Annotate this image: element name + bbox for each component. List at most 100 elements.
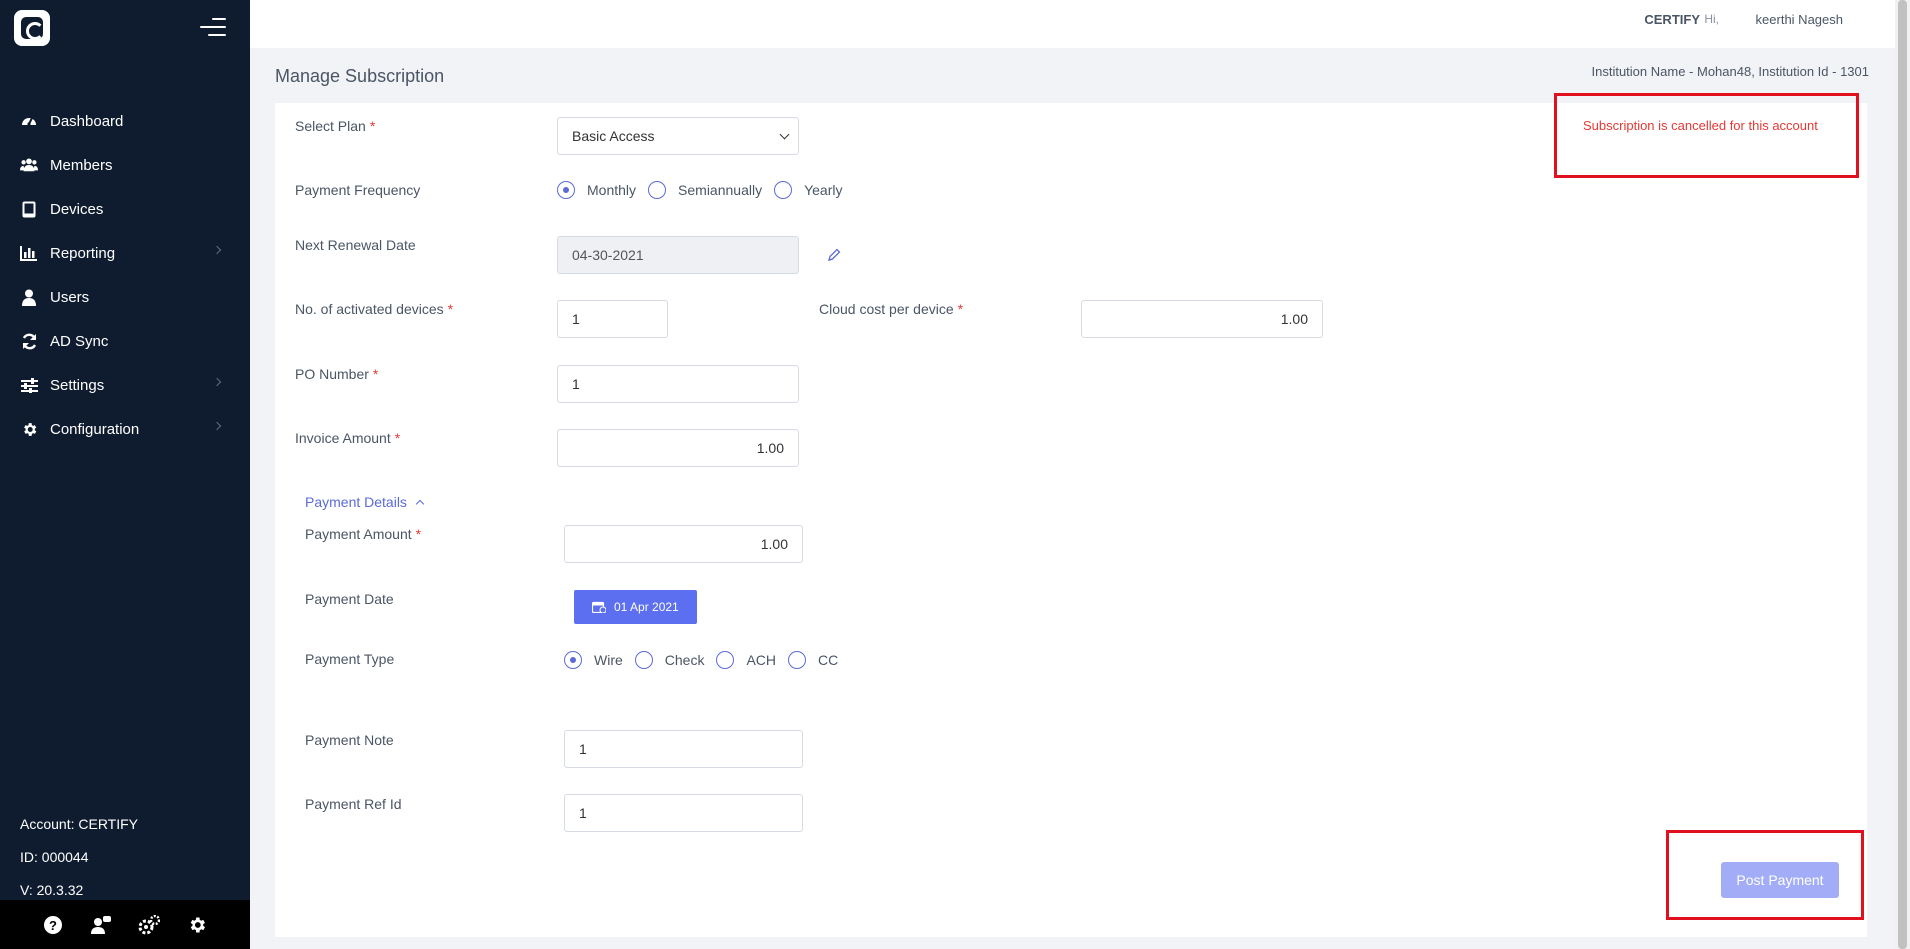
institution-info: Institution Name - Mohan48, Institution … [1591, 64, 1870, 79]
subscription-cancelled-alert: Subscription is cancelled for this accou… [1583, 118, 1818, 133]
user-chat-icon[interactable] [90, 914, 112, 936]
select-plan-dropdown[interactable]: Basic Access [557, 117, 799, 155]
help-icon[interactable]: ? [42, 914, 64, 936]
svg-text:?: ? [49, 918, 57, 933]
payment-date-value: 01 Apr 2021 [614, 600, 679, 614]
scrollbar-thumb[interactable] [1898, 0, 1907, 949]
menu-toggle-icon[interactable] [200, 16, 226, 38]
sidebar-item-settings[interactable]: Settings [0, 363, 250, 407]
next-renewal-date-value: 04-30-2021 [572, 247, 644, 263]
po-number-label-text: PO Number [295, 366, 369, 382]
payment-type-group: Wire Check ACH CC [564, 651, 850, 669]
po-number-value: 1 [572, 376, 580, 392]
select-plan-value: Basic Access [572, 128, 655, 144]
radio-wire-label: Wire [594, 652, 623, 668]
payment-frequency-label: Payment Frequency [295, 182, 421, 198]
sidebar-item-label: Devices [50, 200, 104, 218]
pencil-icon[interactable] [826, 247, 844, 265]
cloud-cost-value: 1.00 [1280, 311, 1308, 327]
user-icon [20, 288, 38, 306]
chevron-right-icon [212, 245, 222, 255]
subscription-form-card [275, 103, 1867, 937]
cloud-cost-label: Cloud cost per device * [819, 301, 963, 317]
bar-chart-icon [20, 244, 38, 262]
radio-ach-label: ACH [746, 652, 777, 668]
required-marker: * [372, 366, 379, 382]
radio-check-label: Check [664, 652, 705, 668]
payment-ref-id-label: Payment Ref Id [305, 796, 402, 812]
next-renewal-date-label: Next Renewal Date [295, 237, 416, 253]
po-number-input[interactable]: 1 [557, 365, 799, 403]
payment-details-toggle-label: Payment Details [305, 494, 407, 510]
invoice-amount-label: Invoice Amount * [295, 430, 400, 446]
greeting: Hi, [1704, 12, 1719, 26]
payment-details-toggle[interactable]: Payment Details [305, 494, 425, 510]
sidebar-item-label: Users [50, 288, 90, 306]
sidebar-nav: Dashboard Members Devices Reporting User… [0, 99, 250, 451]
select-plan-label: Select Plan * [295, 118, 375, 134]
activated-devices-label-text: No. of activated devices [295, 301, 444, 317]
radio-yearly[interactable] [774, 181, 793, 199]
payment-date-picker-button[interactable]: 01 Apr 2021 [574, 590, 697, 624]
post-payment-button[interactable]: Post Payment [1721, 862, 1839, 898]
payment-date-label: Payment Date [305, 591, 394, 607]
gears-icon[interactable] [138, 914, 160, 936]
gear-icon[interactable] [186, 914, 208, 936]
members-icon [20, 156, 38, 174]
chevron-right-icon [212, 377, 222, 387]
sidebar-item-ad-sync[interactable]: AD Sync [0, 319, 250, 363]
activated-devices-label: No. of activated devices * [295, 301, 453, 317]
radio-cc[interactable] [788, 651, 807, 669]
account-info: Account: CERTIFY ID: 000044 V: 20.3.32 [20, 808, 138, 907]
payment-amount-input[interactable]: 1.00 [564, 525, 803, 563]
radio-semiannually[interactable] [648, 181, 667, 199]
sidebar-item-members[interactable]: Members [0, 143, 250, 187]
chevron-down-icon [779, 129, 790, 140]
activated-devices-value: 1 [572, 311, 580, 327]
sidebar-item-reporting[interactable]: Reporting [0, 231, 250, 275]
certify-logo[interactable] [14, 10, 50, 46]
payment-note-value: 1 [579, 741, 587, 757]
radio-cc-label: CC [818, 652, 839, 668]
sidebar-item-label: Settings [50, 376, 105, 394]
account-name: Account: CERTIFY [20, 816, 139, 832]
invoice-amount-value: 1.00 [756, 440, 784, 456]
radio-ach[interactable] [716, 651, 735, 669]
payment-ref-id-input[interactable]: 1 [564, 794, 803, 832]
payment-amount-value: 1.00 [760, 536, 788, 552]
required-marker: * [415, 526, 422, 542]
payment-type-label: Payment Type [305, 651, 395, 667]
po-number-label: PO Number * [295, 366, 378, 382]
tablet-icon [20, 200, 38, 218]
sidebar-item-label: Configuration [50, 420, 140, 438]
radio-wire[interactable] [564, 651, 582, 669]
page-title: Manage Subscription [275, 66, 445, 86]
sidebar-bottom-bar: ? [0, 900, 250, 949]
sliders-icon [20, 376, 38, 394]
sidebar-item-configuration[interactable]: Configuration [0, 407, 250, 451]
sidebar-item-label: Reporting [50, 244, 116, 262]
payment-frequency-group: Monthly Semiannually Yearly [557, 181, 855, 199]
sidebar-item-users[interactable]: Users [0, 275, 250, 319]
sidebar: Dashboard Members Devices Reporting User… [0, 0, 250, 949]
sidebar-item-label: Dashboard [50, 112, 124, 130]
payment-amount-label: Payment Amount * [305, 526, 421, 542]
invoice-amount-input[interactable]: 1.00 [557, 429, 799, 467]
cloud-cost-input[interactable]: 1.00 [1081, 300, 1323, 338]
sync-icon [20, 332, 38, 350]
activated-devices-input[interactable]: 1 [557, 300, 668, 338]
radio-check[interactable] [634, 651, 653, 669]
payment-ref-id-value: 1 [579, 805, 587, 821]
sidebar-item-devices[interactable]: Devices [0, 187, 250, 231]
select-plan-label-text: Select Plan [295, 118, 366, 134]
sidebar-item-dashboard[interactable]: Dashboard [0, 99, 250, 143]
payment-note-input[interactable]: 1 [564, 730, 803, 768]
payment-amount-label-text: Payment Amount [305, 526, 412, 542]
calendar-icon [591, 601, 607, 614]
radio-yearly-label: Yearly [804, 182, 843, 198]
radio-semiannually-label: Semiannually [678, 182, 763, 198]
user-name[interactable]: keerthi Nagesh [1756, 12, 1843, 27]
sidebar-item-label: AD Sync [50, 332, 109, 350]
radio-monthly-label: Monthly [587, 182, 637, 198]
radio-monthly[interactable] [557, 181, 575, 199]
